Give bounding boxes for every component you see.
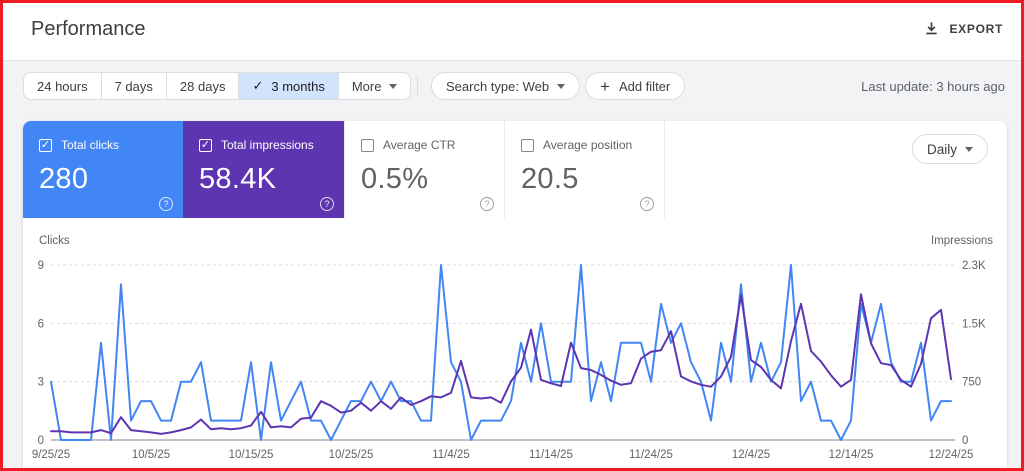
more-ranges-button[interactable]: More	[339, 73, 411, 99]
left-axis-tick: 9	[38, 260, 44, 272]
impressions-line	[50, 293, 952, 435]
help-icon[interactable]: ?	[159, 197, 173, 211]
range-3-months-button[interactable]: ✓ 3 months	[239, 73, 339, 99]
metric-card-total-clicks[interactable]: ✓ Total clicks 280 ?	[23, 121, 183, 218]
add-filter-label: Add filter	[618, 78, 671, 94]
metric-tiles: ✓ Total clicks 280 ? ✓ Total impressions…	[23, 121, 665, 218]
help-icon[interactable]: ?	[480, 197, 494, 211]
metric-card-average-position[interactable]: Average position 20.5 ?	[504, 121, 665, 218]
help-icon[interactable]: ?	[320, 197, 334, 211]
impressions-axis-label: Impressions	[931, 235, 993, 247]
check-icon: ✓	[252, 78, 264, 93]
clicks-line	[50, 264, 952, 441]
range-28-days-button[interactable]: 28 days	[167, 73, 240, 99]
metric-label: Total impressions	[221, 138, 314, 152]
clicks-axis-label: Clicks	[39, 235, 70, 247]
x-axis-tick: 11/14/25	[529, 449, 573, 461]
more-label: More	[351, 78, 382, 94]
export-label: EXPORT	[949, 21, 1003, 36]
x-axis-tick: 9/25/25	[32, 449, 70, 461]
granularity-dropdown[interactable]: Daily	[911, 134, 988, 164]
metric-label: Average CTR	[383, 138, 456, 152]
x-axis-tick: 12/14/25	[829, 449, 874, 461]
filter-bar: 24 hours 7 days 28 days ✓ 3 months More …	[3, 62, 1021, 121]
range-24-hours-button[interactable]: 24 hours	[24, 73, 102, 99]
x-axis-tick: 11/24/25	[629, 449, 673, 461]
plus-icon: +	[600, 76, 610, 96]
caret-down-icon	[965, 146, 973, 152]
metric-value: 280	[39, 163, 89, 195]
checkbox-checked-icon[interactable]: ✓	[199, 138, 212, 152]
metric-label: Average position	[543, 138, 633, 152]
group-divider	[417, 76, 418, 96]
download-icon	[924, 21, 939, 36]
left-axis-tick: 3	[38, 377, 44, 389]
range-3-months-label: 3 months	[271, 78, 325, 94]
page-title: Performance	[31, 18, 146, 40]
page-header: Performance EXPORT	[3, 3, 1021, 61]
metric-value: 20.5	[521, 163, 579, 195]
metric-card-average-ctr[interactable]: Average CTR 0.5% ?	[344, 121, 504, 218]
metric-value: 58.4K	[199, 163, 277, 195]
date-range-group: 24 hours 7 days 28 days ✓ 3 months More	[23, 72, 412, 100]
export-button[interactable]: EXPORT	[922, 17, 1005, 40]
right-axis-tick: 750	[962, 377, 981, 389]
granularity-label: Daily	[926, 141, 957, 157]
range-7-days-button[interactable]: 7 days	[102, 73, 167, 99]
x-axis-tick: 10/25/25	[329, 449, 374, 461]
metric-label: Total clicks	[61, 138, 120, 152]
x-axis-tick: 12/24/25	[929, 449, 974, 461]
right-axis-tick: 0	[962, 435, 968, 447]
help-icon[interactable]: ?	[640, 197, 654, 211]
caret-down-icon	[557, 83, 566, 89]
search-type-button[interactable]: Search type: Web	[431, 72, 581, 100]
chart-canvas: 0 0 3 750 6 1.5K 9 2.3K 9/25/25 10/5/25 10/15/25 10…	[32, 260, 986, 461]
left-axis-tick: 0	[38, 435, 44, 447]
search-type-label: Search type: Web	[446, 78, 550, 94]
x-axis-tick: 11/4/25	[432, 449, 470, 461]
screenshot-frame: Performance EXPORT 24 hours 7 days 28 da…	[0, 0, 1024, 471]
checkbox-checked-icon[interactable]: ✓	[39, 138, 52, 152]
left-axis-tick: 6	[38, 318, 44, 330]
checkbox-unchecked-icon[interactable]	[361, 138, 374, 152]
last-update-text: Last update: 3 hours ago	[861, 79, 1005, 94]
metric-card-total-impressions[interactable]: ✓ Total impressions 58.4K ?	[183, 121, 344, 218]
x-axis-tick: 12/4/25	[732, 449, 770, 461]
x-axis-tick: 10/5/25	[132, 449, 170, 461]
performance-panel: ✓ Total clicks 280 ? ✓ Total impressions…	[23, 121, 1007, 468]
caret-down-icon	[389, 83, 398, 89]
x-axis-tick: 10/15/25	[229, 449, 274, 461]
checkbox-unchecked-icon[interactable]	[521, 138, 534, 152]
metric-value: 0.5%	[361, 163, 429, 195]
right-axis-tick: 2.3K	[962, 260, 986, 272]
performance-chart: 0 0 3 750 6 1.5K 9 2.3K 9/25/25 10/5/25 10/15/25 10…	[23, 253, 1007, 468]
right-axis-tick: 1.5K	[962, 318, 986, 330]
add-filter-button[interactable]: + Add filter	[585, 72, 686, 100]
